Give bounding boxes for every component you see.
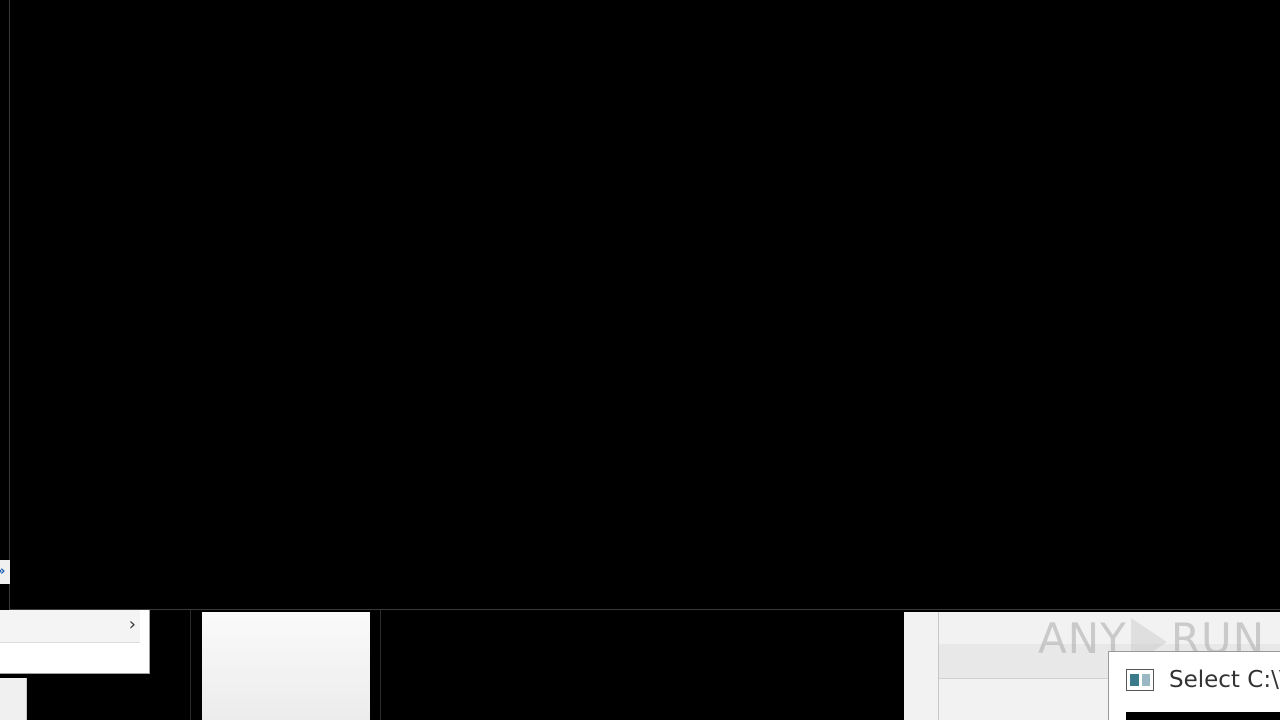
explorer-status-strip	[0, 678, 27, 720]
divider	[190, 610, 191, 720]
window-titlebar[interactable]: Select C:\V	[1109, 652, 1280, 712]
left-panel-tab[interactable]: »	[0, 560, 10, 584]
select-console-window[interactable]: Select C:\V	[1108, 651, 1280, 720]
explorer-panel: ›	[0, 610, 150, 674]
desktop-screen: » › ANYRUN Select C:\V	[0, 0, 1280, 720]
console-window-icon	[1126, 669, 1154, 691]
console-content[interactable]	[1126, 712, 1280, 720]
divider	[380, 610, 381, 720]
breadcrumb-row: ›	[0, 610, 140, 643]
background-window[interactable]	[202, 612, 370, 720]
console-window[interactable]	[9, 0, 1280, 610]
network-icon: »	[0, 564, 5, 579]
chevron-right-icon[interactable]: ›	[129, 615, 136, 635]
window-title: Select C:\V	[1169, 667, 1280, 693]
